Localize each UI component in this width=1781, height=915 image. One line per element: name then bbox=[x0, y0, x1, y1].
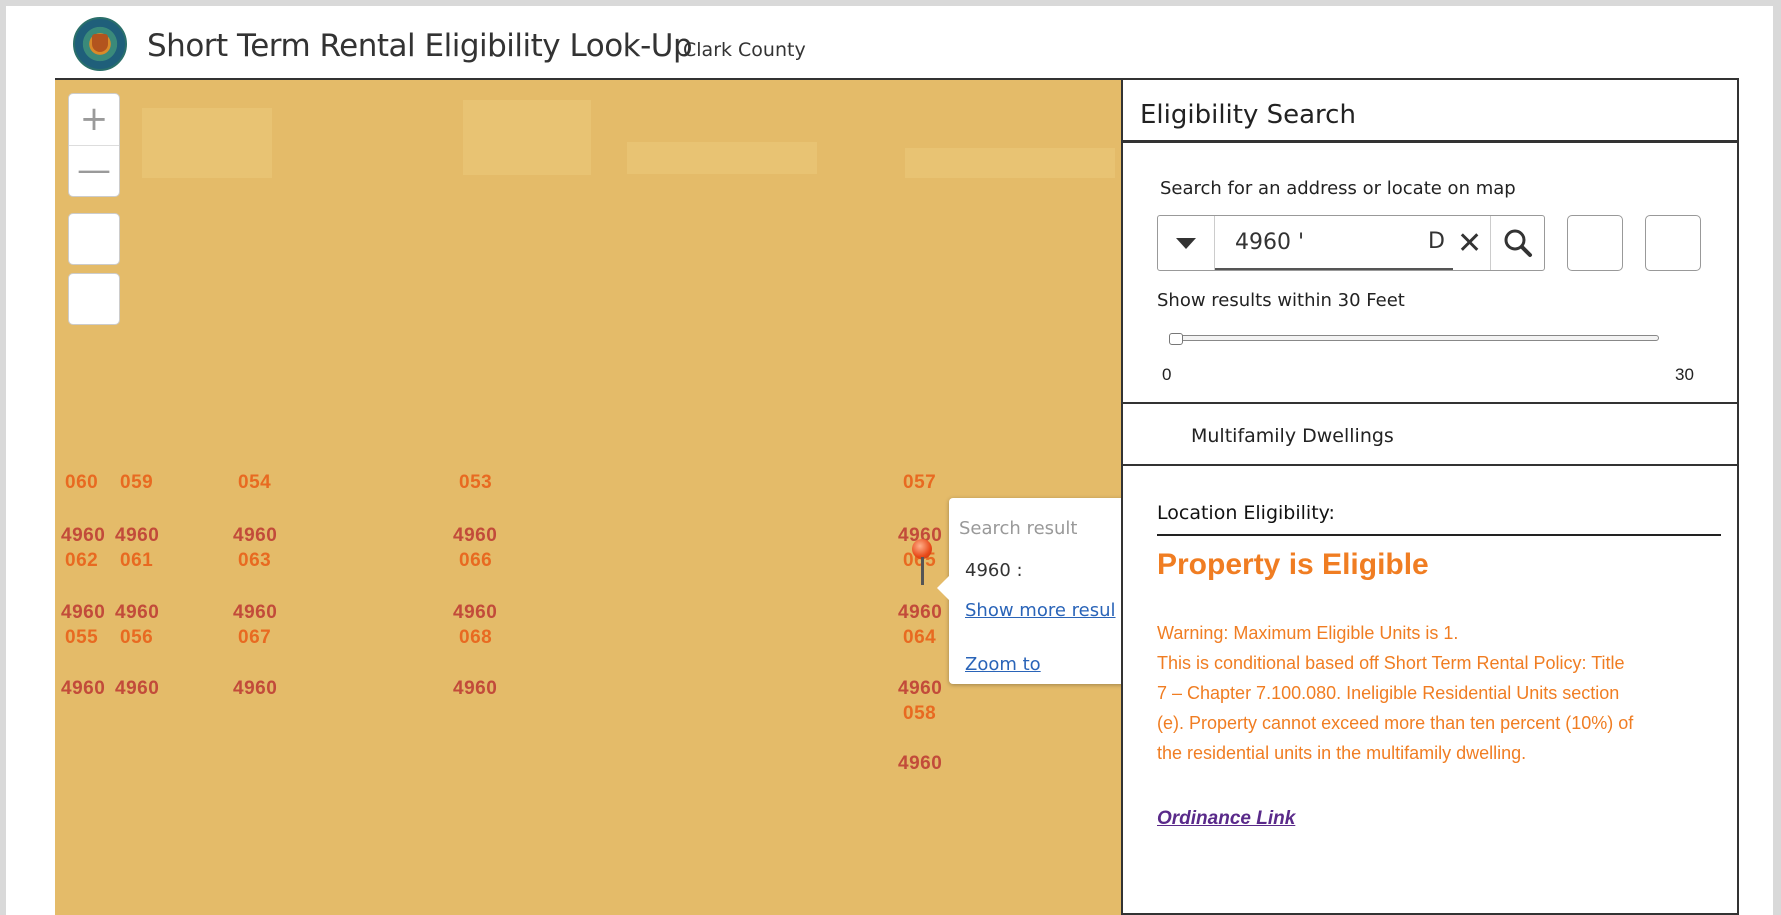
parcel-address-label: 4960 bbox=[453, 525, 498, 546]
clear-search-icon[interactable]: ✕ bbox=[1457, 226, 1482, 261]
home-button[interactable] bbox=[68, 213, 120, 265]
parcel-address-label: 4960 bbox=[61, 602, 106, 623]
pin-head bbox=[912, 539, 932, 559]
search-input[interactable] bbox=[1215, 216, 1453, 270]
search-icon bbox=[1504, 229, 1532, 257]
parcel-unit-label: 066 bbox=[459, 550, 493, 571]
slider-max-label: 30 bbox=[1675, 365, 1694, 384]
warning-line: 7 – Chapter 7.100.080. Ineligible Reside… bbox=[1157, 683, 1620, 703]
search-source-dropdown[interactable] bbox=[1158, 216, 1215, 270]
parcel-unit-label: 054 bbox=[238, 472, 272, 493]
parcel-unit-label: 056 bbox=[120, 627, 154, 648]
draw-tool-button[interactable] bbox=[1567, 215, 1623, 271]
parcel-unit-label: 062 bbox=[65, 550, 99, 571]
parcel-address-label: 4960 bbox=[233, 525, 278, 546]
zoom-in-button[interactable]: + bbox=[69, 94, 119, 146]
parcel-unit-label: 067 bbox=[238, 627, 272, 648]
section-divider bbox=[1123, 402, 1737, 404]
section-divider bbox=[1123, 464, 1737, 466]
location-divider bbox=[1157, 534, 1721, 536]
slider-handle[interactable] bbox=[1169, 333, 1183, 345]
app-header: Short Term Rental Eligibility Look-Up Cl… bbox=[6, 6, 1773, 78]
warning-line: (e). Property cannot exceed more than te… bbox=[1157, 713, 1634, 733]
warning-line: the residential units in the multifamily… bbox=[1157, 743, 1527, 763]
parcel-unit-label: 055 bbox=[65, 627, 99, 648]
location-eligibility-label: Location Eligibility: bbox=[1157, 502, 1335, 524]
county-name: Clark County bbox=[683, 39, 806, 61]
buffer-distance-slider[interactable] bbox=[1175, 335, 1659, 341]
buffer-distance-label: Show results within 30 Feet bbox=[1157, 290, 1405, 311]
parcel-address-label: 4960 bbox=[61, 678, 106, 699]
building-footprint bbox=[627, 142, 817, 174]
locate-button[interactable] bbox=[68, 273, 120, 325]
search-widget: D ✕ bbox=[1157, 215, 1545, 271]
parcel-address-label: 4960 bbox=[233, 678, 278, 699]
parcel-address-label: 4960 bbox=[898, 678, 943, 699]
parcel-unit-label: 058 bbox=[903, 703, 937, 724]
parcel-unit-label: 059 bbox=[120, 472, 154, 493]
clear-tool-button[interactable] bbox=[1645, 215, 1701, 271]
zoom-to-link[interactable]: Zoom to bbox=[965, 654, 1041, 675]
search-button[interactable] bbox=[1490, 216, 1545, 270]
parcel-address-label: 4960 bbox=[233, 602, 278, 623]
location-pin-icon[interactable] bbox=[910, 539, 934, 587]
panel-title: Eligibility Search bbox=[1140, 100, 1356, 130]
parcel-unit-label: 053 bbox=[459, 472, 493, 493]
title-divider bbox=[1123, 140, 1737, 143]
map-view[interactable]: + — 060 059 054 053 057 4960 4960 4960 4… bbox=[55, 78, 1121, 915]
zoom-control: + — bbox=[68, 93, 120, 197]
warning-line: Warning: Maximum Eligible Units is 1. bbox=[1157, 623, 1459, 643]
app-window: Short Term Rental Eligibility Look-Up Cl… bbox=[6, 6, 1773, 915]
pin-stem bbox=[921, 557, 924, 585]
parcel-address-label: 4960 bbox=[61, 525, 106, 546]
parcel-address-label: 4960 bbox=[453, 678, 498, 699]
popup-address: 4960 : bbox=[965, 560, 1023, 581]
warning-line: This is conditional based off Short Term… bbox=[1157, 653, 1625, 673]
building-footprint bbox=[463, 100, 591, 175]
parcel-address-label: 4960 bbox=[898, 602, 943, 623]
ordinance-link[interactable]: Ordinance Link bbox=[1157, 808, 1295, 830]
parcel-unit-label: 064 bbox=[903, 627, 937, 648]
slider-min-label: 0 bbox=[1162, 365, 1172, 384]
building-footprint bbox=[142, 108, 272, 178]
eligibility-search-panel: Eligibility Search Search for an address… bbox=[1121, 78, 1739, 915]
popup-title: Search result bbox=[959, 518, 1078, 539]
parcel-address-label: 4960 bbox=[453, 602, 498, 623]
building-footprint bbox=[905, 148, 1115, 178]
parcel-unit-label: 057 bbox=[903, 472, 937, 493]
zoom-out-button[interactable]: — bbox=[69, 145, 119, 196]
county-seal-logo bbox=[73, 17, 127, 71]
show-more-results-link[interactable]: Show more resul bbox=[965, 600, 1116, 621]
search-result-popup: Search result 4960 : Show more resul Zoo… bbox=[937, 498, 1121, 684]
app-title: Short Term Rental Eligibility Look-Up bbox=[147, 28, 693, 64]
parcel-unit-label: 063 bbox=[238, 550, 272, 571]
search-label: Search for an address or locate on map bbox=[1160, 178, 1516, 199]
parcel-unit-label: 068 bbox=[459, 627, 493, 648]
layer-name[interactable]: Multifamily Dwellings bbox=[1191, 425, 1394, 447]
eligibility-status: Property is Eligible bbox=[1157, 548, 1429, 581]
parcel-unit-label: 061 bbox=[120, 550, 154, 571]
search-input-suffix: D bbox=[1428, 229, 1445, 254]
parcel-address-label: 4960 bbox=[115, 678, 160, 699]
parcel-unit-label: 060 bbox=[65, 472, 99, 493]
parcel-address-label: 4960 bbox=[898, 753, 943, 774]
parcel-address-label: 4960 bbox=[115, 602, 160, 623]
parcel-address-label: 4960 bbox=[115, 525, 160, 546]
warning-text: Warning: Maximum Eligible Units is 1. Th… bbox=[1157, 618, 1723, 768]
